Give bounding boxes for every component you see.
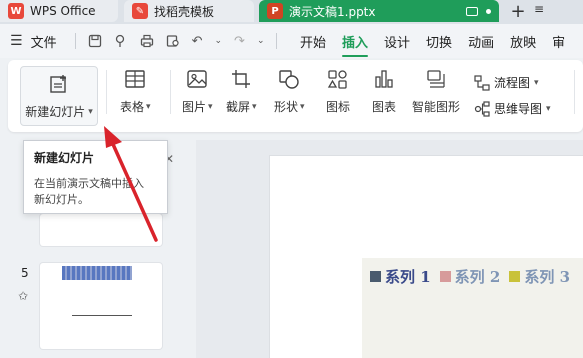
legend-label: 系列 2: [454, 268, 501, 286]
smartart-icon: [427, 70, 445, 88]
chevron-down-icon: ▾: [546, 103, 551, 114]
shape-button[interactable]: 形状 ▾: [274, 68, 305, 115]
tab-template[interactable]: ✎ 找稻壳模板: [124, 0, 254, 22]
legend-swatch: [439, 271, 451, 282]
legend-item: 系列 2: [439, 266, 501, 287]
tab-home[interactable]: 开始: [300, 32, 326, 51]
more-chevron-icon[interactable]: ⌄: [257, 36, 265, 46]
tab-list-menu-icon[interactable]: ≡: [534, 2, 544, 16]
tab-review[interactable]: 审: [552, 32, 565, 51]
chevron-down-icon: ▾: [534, 77, 539, 88]
divider: [106, 70, 107, 114]
quick-access-toolbar: ↶ ⌄ ↷ ⌄: [74, 33, 278, 49]
shape-icon: [279, 70, 299, 89]
chevron-down-icon: ▾: [300, 101, 305, 112]
print-preview-icon[interactable]: [166, 34, 180, 48]
unsaved-dot-icon: [486, 8, 491, 14]
tab-insert[interactable]: 插入: [342, 32, 369, 57]
tab-transition[interactable]: 切换: [426, 32, 452, 51]
chevron-down-icon[interactable]: ⌄: [214, 36, 222, 46]
new-slide-button[interactable]: 新建幻灯片 ▾: [20, 66, 98, 126]
chevron-down-icon: ▾: [252, 101, 257, 112]
thumbnail-line: [72, 315, 132, 316]
shape-label: 形状: [274, 100, 299, 114]
icon-label: 图标: [326, 100, 351, 114]
icon-button[interactable]: 图标: [326, 68, 350, 115]
flowchart-button[interactable]: 流程图 ▾: [474, 74, 539, 91]
flowchart-label: 流程图: [494, 76, 531, 90]
mindmap-icon: [474, 100, 490, 117]
main-menu-icon[interactable]: ☰: [10, 33, 23, 49]
table-button[interactable]: 表格 ▾: [120, 68, 151, 115]
screenshot-button[interactable]: 截屏 ▾: [226, 68, 257, 115]
thumbnail-title-text: [62, 266, 132, 280]
legend-label: 系列 3: [524, 268, 571, 286]
divider: [170, 70, 171, 114]
slide-number: 5: [21, 266, 29, 280]
screenshot-icon: [232, 70, 251, 88]
picture-icon: [187, 70, 207, 88]
tab-label: 演示文稿1.pptx: [289, 4, 376, 19]
tab-document[interactable]: P 演示文稿1.pptx: [259, 0, 499, 22]
wps-logo-icon: W: [8, 3, 24, 19]
chart-label: 图表: [372, 100, 397, 114]
screen-icon[interactable]: [466, 6, 478, 16]
tab-label: 找稻壳模板: [154, 4, 215, 19]
icons-library-icon: [327, 70, 347, 89]
legend-item: 系列 3: [509, 266, 570, 287]
annotation-arrow-icon: [104, 126, 158, 242]
smartart-label: 智能图形: [412, 100, 461, 114]
tab-slideshow[interactable]: 放映: [510, 32, 536, 51]
tab-wps-office[interactable]: W WPS Office: [0, 0, 118, 22]
tab-label: WPS Office: [30, 4, 96, 18]
legend-item: 系列 1: [370, 266, 431, 287]
chart-legend: 系列 1 系列 2 系列 3: [370, 266, 574, 287]
menu-bar: ☰ 文件 ↶ ⌄ ↷ ⌄ 开始 插入 设计 切换 动画 放映 审: [0, 24, 583, 58]
export-icon[interactable]: [114, 34, 128, 48]
divider: [574, 70, 575, 114]
star-icon[interactable]: ✩: [18, 289, 28, 303]
file-menu[interactable]: 文件: [31, 32, 57, 51]
chevron-down-icon: ▾: [208, 101, 213, 112]
title-bar: W WPS Office ✎ 找稻壳模板 P 演示文稿1.pptx + ≡: [0, 0, 583, 24]
redo-icon[interactable]: ↷: [234, 34, 245, 49]
template-logo-icon: ✎: [132, 3, 148, 19]
flowchart-icon: [474, 74, 490, 91]
new-slide-label: 新建幻灯片: [25, 105, 86, 119]
chevron-down-icon: ▾: [88, 106, 93, 117]
new-tab-button[interactable]: +: [508, 1, 528, 22]
legend-swatch: [509, 271, 521, 282]
new-slide-icon: [50, 75, 66, 93]
chevron-down-icon: ▾: [146, 101, 151, 112]
table-label: 表格: [120, 100, 145, 114]
divider: [74, 33, 76, 49]
chart-icon: [375, 70, 393, 88]
divider: [276, 33, 278, 49]
legend-swatch: [370, 271, 381, 282]
smartart-button[interactable]: 智能图形: [412, 68, 460, 115]
menu-tabs: 开始 插入 设计 切换 动画 放映 审: [300, 24, 565, 58]
mindmap-button[interactable]: 思维导图 ▾: [474, 100, 551, 117]
screenshot-label: 截屏: [226, 100, 251, 114]
presentation-logo-icon: P: [267, 3, 283, 19]
chart-button[interactable]: 图表: [372, 68, 396, 115]
undo-icon[interactable]: ↶: [192, 34, 203, 49]
save-icon[interactable]: [88, 34, 102, 48]
print-icon[interactable]: [140, 34, 154, 48]
legend-label: 系列 1: [385, 268, 431, 286]
table-icon: [125, 70, 145, 88]
picture-button[interactable]: 图片 ▾: [182, 68, 213, 115]
mindmap-label: 思维导图: [494, 102, 543, 116]
picture-label: 图片: [182, 100, 207, 114]
tab-animation[interactable]: 动画: [468, 32, 494, 51]
tab-design[interactable]: 设计: [384, 32, 410, 51]
